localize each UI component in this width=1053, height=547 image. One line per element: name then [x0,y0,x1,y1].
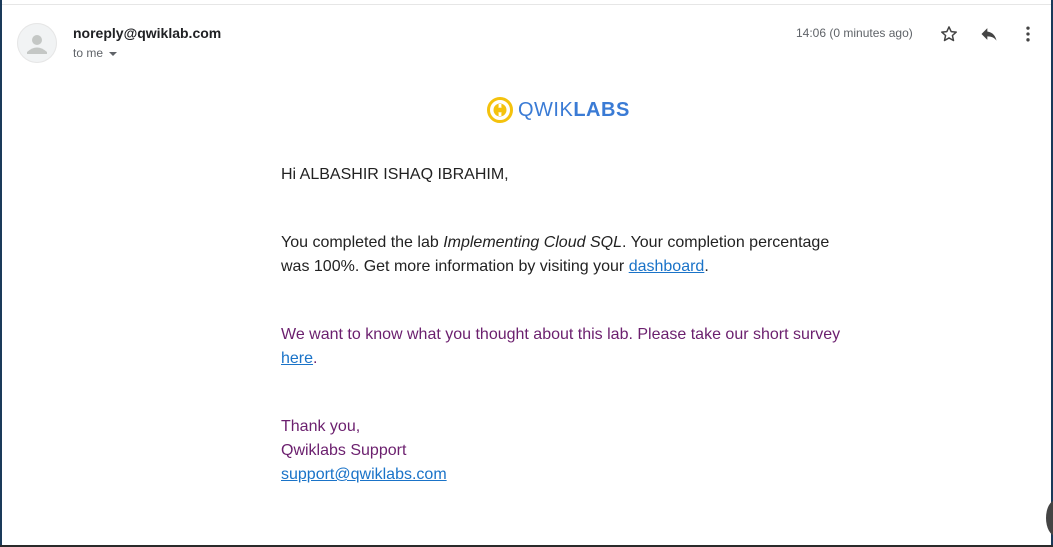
recipient-details-toggle[interactable]: to me [73,46,118,60]
survey-suffix: . [313,350,318,367]
floating-scroll-handle[interactable] [1046,500,1053,536]
lab-name: Implementing Cloud SQL [443,234,622,251]
email-timestamp: 14:06 (0 minutes ago) [796,26,913,40]
sender-address[interactable]: noreply@qwiklab.com [73,25,221,41]
more-vert-icon [1026,26,1030,42]
window-left-edge [0,0,2,547]
logo-wordmark-part2: LABS [573,99,630,121]
completion-paragraph: You completed the lab Implementing Cloud… [281,231,841,279]
logo-wordmark-part1: QWIK [518,99,574,121]
star-icon [941,26,957,42]
completion-prefix: You completed the lab [281,234,444,251]
sender-avatar[interactable] [17,23,57,63]
completion-suffix: . [704,258,709,275]
support-email-link[interactable]: support@qwiklabs.com [281,466,447,483]
survey-paragraph: We want to know what you thought about t… [281,323,841,371]
qwiklabs-logo-icon [487,97,513,123]
greeting: Hi ALBASHIR ISHAQ IBRAHIM, [281,166,509,183]
chevron-down-icon [109,52,118,56]
person-icon [27,35,47,54]
signature-thanks: Thank you, [281,418,361,435]
header-border [0,0,1053,5]
more-options-button[interactable] [1016,22,1040,46]
star-button[interactable] [937,22,961,46]
recipient-label: to me [73,46,104,60]
reply-icon [981,28,997,41]
survey-link[interactable]: here [281,350,313,367]
reply-button[interactable] [977,22,1001,46]
signature: Thank you, Qwiklabs Support support@qwik… [281,415,841,487]
dashboard-link[interactable]: dashboard [629,258,705,275]
qwiklabs-logo: QWIKLABS [486,96,630,124]
logo-wordmark: QWIKLABS [518,98,630,122]
email-body: Hi ALBASHIR ISHAQ IBRAHIM, You completed… [281,163,841,487]
signature-team: Qwiklabs Support [281,442,407,459]
survey-prefix: We want to know what you thought about t… [281,326,841,343]
